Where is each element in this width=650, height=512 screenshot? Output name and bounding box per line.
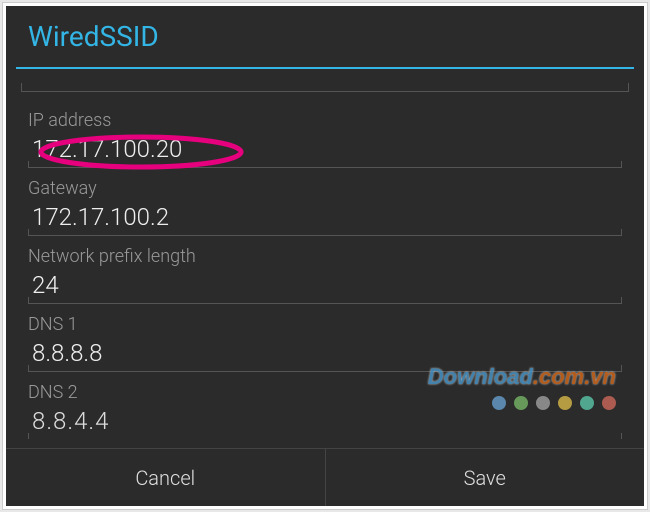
screenshot-frame: WiredSSID IP address 172.17.100.20 Gatew… [2, 2, 648, 510]
field-gateway: Gateway 172.17.100.2 [28, 178, 622, 236]
dns1-input[interactable]: 8.8.8.8 [32, 339, 618, 367]
gateway-label: Gateway [28, 178, 622, 199]
field-prefix: Network prefix length 24 [28, 246, 622, 304]
field-dns1: DNS 1 8.8.8.8 [28, 314, 622, 372]
header-divider [16, 67, 634, 69]
ip-address-input-wrap[interactable]: 172.17.100.20 [28, 133, 622, 168]
prefix-label: Network prefix length [28, 246, 622, 267]
ip-address-input[interactable]: 172.17.100.20 [32, 135, 618, 163]
top-field-remnant[interactable] [21, 83, 629, 92]
gateway-input[interactable]: 172.17.100.2 [32, 203, 618, 231]
field-ip-address: IP address 172.17.100.20 [28, 110, 622, 168]
wifi-config-dialog: WiredSSID IP address 172.17.100.20 Gatew… [6, 6, 644, 506]
dns1-input-wrap[interactable]: 8.8.8.8 [28, 337, 622, 372]
cancel-button[interactable]: Cancel [6, 449, 325, 506]
ip-address-label: IP address [28, 110, 622, 131]
gateway-input-wrap[interactable]: 172.17.100.2 [28, 201, 622, 236]
save-button[interactable]: Save [326, 449, 645, 506]
prefix-input-wrap[interactable]: 24 [28, 269, 622, 304]
prefix-input[interactable]: 24 [32, 271, 618, 299]
dns2-label: DNS 2 [28, 382, 622, 403]
dialog-title: WiredSSID [28, 20, 622, 53]
dialog-actions: Cancel Save [6, 448, 644, 506]
dns2-input[interactable]: 8.8.4.4 [32, 407, 618, 435]
dns2-input-wrap[interactable]: 8.8.4.4 [28, 405, 622, 439]
dialog-body: IP address 172.17.100.20 Gateway 172.17.… [6, 92, 644, 439]
dns1-label: DNS 1 [28, 314, 622, 335]
field-dns2: DNS 2 8.8.4.4 [28, 382, 622, 439]
dialog-header: WiredSSID [6, 6, 644, 63]
